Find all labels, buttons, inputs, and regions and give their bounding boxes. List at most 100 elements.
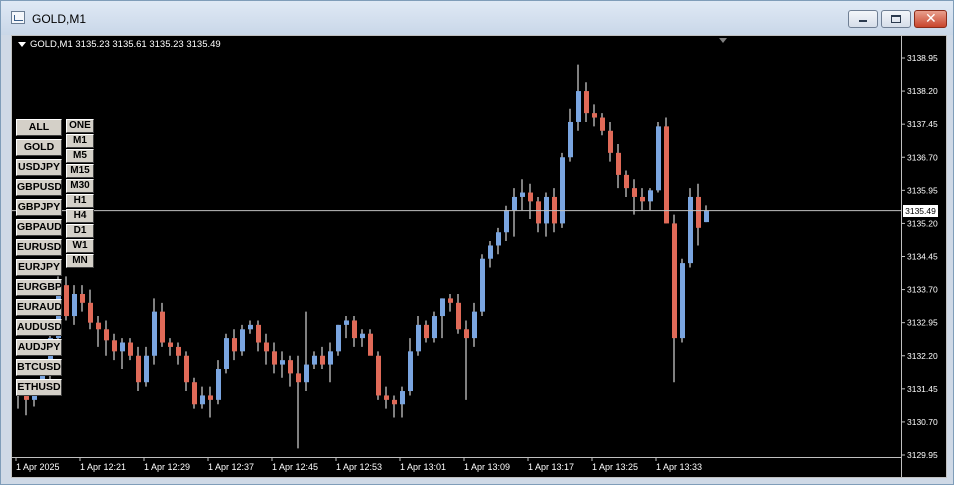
price-tick-label: 3130.70 xyxy=(907,417,938,427)
symbol-button-eurgbp[interactable]: EURGBP xyxy=(16,279,62,296)
candle-bull xyxy=(344,320,349,325)
candle-bull xyxy=(440,298,445,317)
chart-area[interactable]: 3138.95 3138.20 3137.45 3136.70 3135.95 3135.… xyxy=(11,35,947,478)
candle-bull xyxy=(144,355,149,383)
candle-bull xyxy=(496,232,501,246)
candle-bear xyxy=(352,320,357,339)
candle-bull xyxy=(304,364,309,383)
candle-bull xyxy=(648,190,653,202)
candle-bear xyxy=(136,355,141,383)
timeframe-button-m1[interactable]: M1 xyxy=(66,134,94,148)
symbol-button-audusd[interactable]: AUDUSD xyxy=(16,319,62,336)
candle-bull xyxy=(568,121,573,158)
candle-bull xyxy=(488,245,493,259)
timeframe-button-h4[interactable]: H4 xyxy=(66,209,94,223)
time-tick-label: 1 Apr 13:09 xyxy=(464,462,510,472)
candle-bear xyxy=(624,174,629,189)
candle-bear xyxy=(424,324,429,339)
chart-shift-marker-icon[interactable] xyxy=(719,38,727,43)
candle-bull xyxy=(200,395,205,405)
candle-bull xyxy=(360,333,365,339)
symbol-button-audjpy[interactable]: AUDJPY xyxy=(16,339,62,356)
timeframe-button-d1[interactable]: D1 xyxy=(66,224,94,238)
ohlc-info-line: GOLD,M1 3135.23 3135.61 3135.23 3135.49 xyxy=(30,39,221,50)
timeframe-button-m30[interactable]: M30 xyxy=(66,179,94,193)
candle-bear xyxy=(464,329,469,339)
price-tick-label: 3138.20 xyxy=(907,86,938,96)
candle-bear xyxy=(384,395,389,400)
timeframe-button-one[interactable]: ONE xyxy=(66,119,94,133)
candle-bear xyxy=(528,192,533,202)
price-tick-label: 3132.20 xyxy=(907,351,938,361)
symbol-button-all[interactable]: ALL xyxy=(16,119,62,136)
candle-bear xyxy=(672,223,677,339)
timeframe-button-mn[interactable]: MN xyxy=(66,254,94,268)
candle-bull xyxy=(520,192,525,197)
candle-bull xyxy=(472,311,477,339)
candle-bear xyxy=(664,126,669,224)
symbol-button-gold[interactable]: GOLD xyxy=(16,139,62,156)
timeframe-button-m5[interactable]: M5 xyxy=(66,149,94,163)
minimize-button[interactable] xyxy=(848,10,878,28)
price-tick-label: 3135.95 xyxy=(907,185,938,195)
symbol-button-eurjpy[interactable]: EURJPY xyxy=(16,259,62,276)
symbol-button-btcusd[interactable]: BTCUSD xyxy=(16,359,62,376)
symbol-button-gbpjpy[interactable]: GBPJPY xyxy=(16,199,62,216)
candle-bear xyxy=(640,196,645,202)
candle-bull xyxy=(336,324,341,352)
time-tick-label: 1 Apr 12:29 xyxy=(144,462,190,472)
current-price-label: 3135.49 xyxy=(903,204,938,217)
candle-bear xyxy=(176,346,181,356)
symbol-button-usdjpy[interactable]: USDJPY xyxy=(16,159,62,176)
time-tick-label: 1 Apr 2025 xyxy=(16,462,60,472)
chart-window: GOLD,M1 ✕ 3138.95 3138.20 3137.45 3136.70 31… xyxy=(0,0,954,485)
candle-bear xyxy=(632,188,637,197)
title-bar[interactable]: GOLD,M1 ✕ xyxy=(1,1,953,35)
candle-bull xyxy=(312,355,317,365)
time-tick-label: 1 Apr 13:01 xyxy=(400,462,446,472)
candle-bear xyxy=(616,152,621,175)
time-tick-label: 1 Apr 12:37 xyxy=(208,462,254,472)
candle-bear xyxy=(232,338,237,352)
candle-bull xyxy=(480,258,485,312)
maximize-button[interactable] xyxy=(881,10,911,28)
candlestick-chart[interactable]: 3138.95 3138.20 3137.45 3136.70 3135.95 3135.… xyxy=(12,36,946,477)
candle-bear xyxy=(376,355,381,396)
candle-bull xyxy=(120,342,125,352)
symbol-button-gbpaud[interactable]: GBPAUD xyxy=(16,219,62,236)
candle-bear xyxy=(536,201,541,224)
window-title: GOLD,M1 xyxy=(32,12,87,26)
symbol-button-eurusd[interactable]: EURUSD xyxy=(16,239,62,256)
price-tick-label: 3132.95 xyxy=(907,318,938,328)
candle-bear xyxy=(88,302,93,323)
candle-bull xyxy=(248,324,253,330)
chart-menu-arrow-icon[interactable] xyxy=(18,42,26,47)
time-tick-label: 1 Apr 13:17 xyxy=(528,462,574,472)
timeframe-button-h1[interactable]: H1 xyxy=(66,194,94,208)
candle-bull xyxy=(656,126,661,191)
close-button[interactable]: ✕ xyxy=(914,10,947,28)
candle-bear xyxy=(584,91,589,114)
price-tick-label: 3134.45 xyxy=(907,252,938,262)
timeframe-button-w1[interactable]: W1 xyxy=(66,239,94,253)
candle-bear xyxy=(184,355,189,383)
price-tick-label: 3135.20 xyxy=(907,218,938,228)
candle-bull xyxy=(432,316,437,339)
symbol-button-euraud[interactable]: EURAUD xyxy=(16,299,62,316)
candle-bear xyxy=(272,351,277,365)
candle-bull xyxy=(408,351,413,392)
candle-bear xyxy=(448,298,453,303)
timeframe-button-m15[interactable]: M15 xyxy=(66,164,94,178)
candle-bull xyxy=(504,210,509,233)
symbol-button-ethusd[interactable]: ETHUSD xyxy=(16,379,62,396)
candle-bear xyxy=(608,130,613,153)
candle-bear xyxy=(296,373,301,383)
price-tick-label: 3129.95 xyxy=(907,450,938,460)
candle-bear xyxy=(160,311,165,343)
candle-bear xyxy=(64,285,69,317)
symbol-button-gbpusd[interactable]: GBPUSD xyxy=(16,179,62,196)
minimize-icon xyxy=(859,20,867,22)
price-tick-label: 3137.45 xyxy=(907,119,938,129)
time-tick-label: 1 Apr 12:45 xyxy=(272,462,318,472)
candle-bear xyxy=(256,324,261,343)
